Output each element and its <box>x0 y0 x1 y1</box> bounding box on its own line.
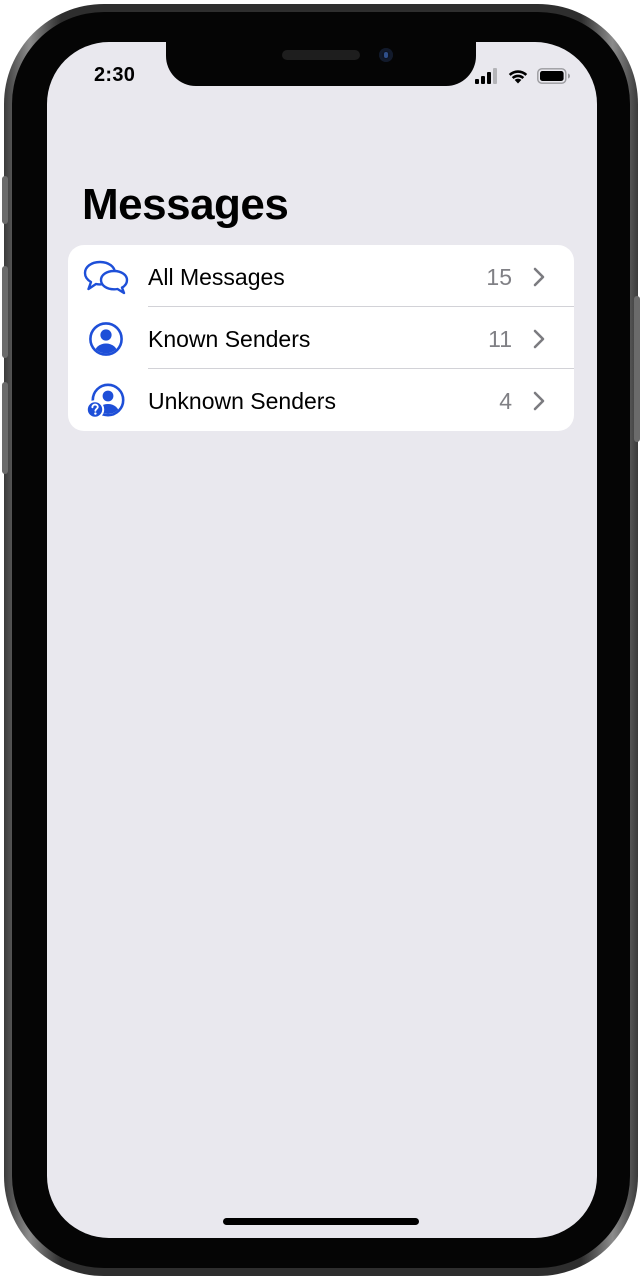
chevron-right-icon <box>533 329 545 349</box>
front-camera <box>379 48 393 62</box>
status-time: 2:30 <box>94 64 136 86</box>
cellular-signal-icon <box>475 68 497 84</box>
volume-down-button <box>2 382 8 474</box>
power-button <box>634 296 640 442</box>
list-item-unknown-senders[interactable]: Unknown Senders 4 <box>68 369 574 431</box>
list-item-all-messages[interactable]: All Messages 15 <box>68 245 574 307</box>
list-item-count: 15 <box>486 264 512 290</box>
status-icons <box>475 68 571 84</box>
person-circle-icon <box>82 321 130 357</box>
app-screen: 2:30 Messages All Messages 15 Known Send… <box>47 42 597 1238</box>
battery-icon <box>537 68 570 84</box>
list-item-count: 11 <box>488 326 512 352</box>
home-indicator[interactable] <box>223 1218 419 1225</box>
person-question-icon <box>82 383 130 419</box>
list-item-known-senders[interactable]: Known Senders 11 <box>68 307 574 369</box>
mailbox-list: All Messages 15 Known Senders 11 Unknown… <box>68 245 574 431</box>
chevron-right-icon <box>533 267 545 287</box>
list-item-label: All Messages <box>148 264 285 290</box>
chevron-right-icon <box>533 391 545 411</box>
earpiece-speaker <box>282 50 360 60</box>
list-item-count: 4 <box>499 388 512 414</box>
list-item-label: Unknown Senders <box>148 388 336 414</box>
page-title: Messages <box>82 180 289 229</box>
notch <box>166 42 476 86</box>
mute-switch <box>2 176 8 224</box>
volume-up-button <box>2 266 8 358</box>
list-item-label: Known Senders <box>148 326 311 352</box>
wifi-icon <box>508 70 528 84</box>
chat-bubbles-icon <box>82 259 130 295</box>
